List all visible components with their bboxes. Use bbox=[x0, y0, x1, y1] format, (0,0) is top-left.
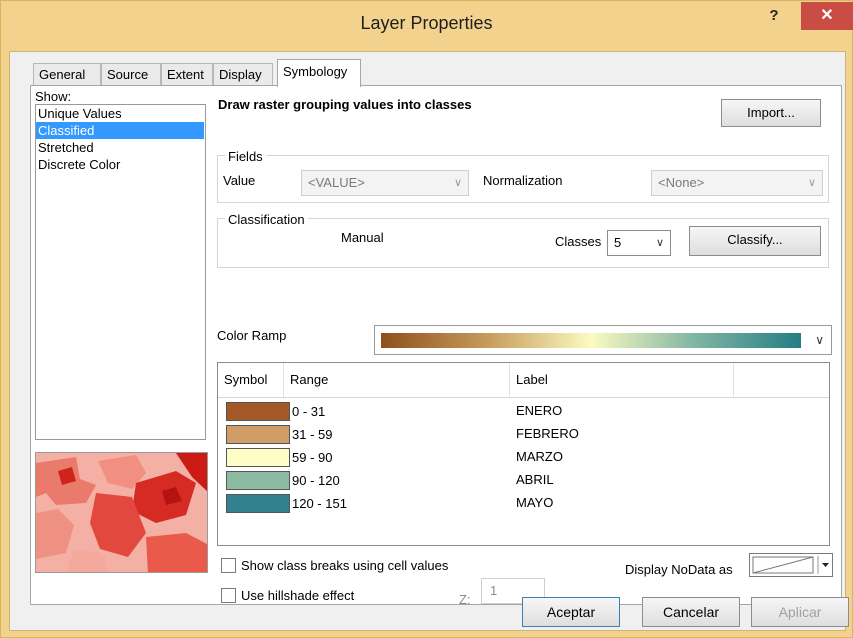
tab-display[interactable]: Display bbox=[213, 63, 273, 86]
window-title: Layer Properties bbox=[360, 13, 493, 33]
table-row[interactable]: 120 - 151 MAYO bbox=[226, 492, 746, 515]
show-item-stretched[interactable]: Stretched bbox=[36, 139, 205, 156]
chevron-down-icon: ∨ bbox=[453, 177, 462, 189]
class-label[interactable]: MAYO bbox=[516, 495, 553, 510]
symbology-panel: Show: Unique Values Classified Stretched… bbox=[30, 85, 842, 607]
show-class-breaks-checkbox[interactable] bbox=[221, 558, 236, 573]
show-item-unique-values[interactable]: Unique Values bbox=[36, 105, 205, 122]
symbol-swatch[interactable] bbox=[226, 494, 290, 513]
show-list[interactable]: Unique Values Classified Stretched Discr… bbox=[35, 104, 206, 440]
nodata-color-select[interactable] bbox=[749, 553, 833, 577]
table-row[interactable]: 0 - 31 ENERO bbox=[226, 400, 746, 423]
symbol-swatch[interactable] bbox=[226, 425, 290, 444]
class-label[interactable]: FEBRERO bbox=[516, 426, 579, 441]
chevron-down-icon: ∨ bbox=[815, 333, 824, 347]
dialog-client: General Source Extent Display Symbology … bbox=[9, 51, 849, 631]
class-label[interactable]: ENERO bbox=[516, 403, 562, 418]
z-factor-label: Z: bbox=[459, 592, 471, 607]
column-header-symbol[interactable]: Symbol bbox=[218, 363, 284, 397]
color-ramp-select[interactable]: ∨ bbox=[374, 325, 832, 355]
column-header-range[interactable]: Range bbox=[284, 363, 510, 397]
range-value[interactable]: 59 - 90 bbox=[292, 450, 332, 465]
value-field-select[interactable]: <VALUE> ∨ bbox=[301, 170, 469, 196]
show-class-breaks-label: Show class breaks using cell values bbox=[241, 558, 449, 573]
classification-group-title: Classification bbox=[225, 212, 308, 227]
help-button[interactable]: ? bbox=[759, 7, 789, 31]
classify-button[interactable]: Classify... bbox=[689, 226, 821, 256]
tab-source[interactable]: Source bbox=[101, 63, 161, 86]
show-item-discrete-color[interactable]: Discrete Color bbox=[36, 156, 205, 173]
hillshade-checkbox[interactable] bbox=[221, 588, 236, 603]
title-bar: Layer Properties ? ✕ bbox=[1, 1, 853, 51]
table-row[interactable]: 31 - 59 FEBRERO bbox=[226, 423, 746, 446]
symbol-swatch[interactable] bbox=[226, 471, 290, 490]
symbol-swatch[interactable] bbox=[226, 402, 290, 421]
range-value[interactable]: 120 - 151 bbox=[292, 496, 347, 511]
nodata-swatch-icon bbox=[752, 556, 829, 574]
header-divider bbox=[218, 397, 829, 398]
class-label[interactable]: MARZO bbox=[516, 449, 563, 464]
layer-properties-window: Layer Properties ? ✕ General Source Exte… bbox=[0, 0, 853, 638]
tab-symbology[interactable]: Symbology bbox=[277, 59, 361, 87]
cancel-button[interactable]: Cancelar bbox=[642, 597, 740, 627]
classes-select-value: 5 bbox=[614, 235, 622, 250]
range-value[interactable]: 90 - 120 bbox=[292, 473, 340, 488]
chevron-down-icon: ∨ bbox=[655, 237, 664, 249]
table-row[interactable]: 90 - 120 ABRIL bbox=[226, 469, 746, 492]
classes-select[interactable]: 5 ∨ bbox=[607, 230, 671, 256]
tab-general[interactable]: General bbox=[33, 63, 101, 86]
value-field-select-value: <VALUE> bbox=[308, 175, 365, 190]
class-label[interactable]: ABRIL bbox=[516, 472, 554, 487]
classes-table[interactable]: Symbol Range Label 0 - 31 ENERO 31 - 59 … bbox=[217, 362, 830, 546]
symbol-swatch[interactable] bbox=[226, 448, 290, 467]
close-button[interactable]: ✕ bbox=[801, 2, 853, 30]
nodata-label: Display NoData as bbox=[625, 562, 733, 577]
renderer-preview-image bbox=[35, 452, 208, 573]
fields-group-title: Fields bbox=[225, 149, 266, 164]
show-item-classified[interactable]: Classified bbox=[36, 122, 204, 139]
range-value[interactable]: 31 - 59 bbox=[292, 427, 332, 442]
column-header-label[interactable]: Label bbox=[510, 363, 734, 397]
normalization-select[interactable]: <None> ∨ bbox=[651, 170, 823, 196]
tab-extent[interactable]: Extent bbox=[161, 63, 213, 86]
classes-label: Classes bbox=[555, 234, 602, 249]
classification-method: Manual bbox=[341, 230, 384, 245]
table-row[interactable]: 59 - 90 MARZO bbox=[226, 446, 746, 469]
import-button[interactable]: Import... bbox=[721, 99, 821, 127]
hillshade-label: Use hillshade effect bbox=[241, 588, 355, 603]
normalization-select-value: <None> bbox=[658, 175, 705, 190]
range-value[interactable]: 0 - 31 bbox=[292, 404, 325, 419]
chevron-down-icon: ∨ bbox=[807, 177, 816, 189]
value-field-label: Value bbox=[223, 173, 256, 188]
normalization-label: Normalization bbox=[483, 173, 563, 188]
show-label: Show: bbox=[35, 89, 72, 104]
apply-button[interactable]: Aplicar bbox=[751, 597, 849, 627]
ok-button[interactable]: Aceptar bbox=[522, 597, 620, 627]
color-ramp-label: Color Ramp bbox=[217, 328, 287, 343]
color-ramp-gradient bbox=[381, 333, 801, 348]
renderer-heading: Draw raster grouping values into classes bbox=[218, 97, 472, 112]
